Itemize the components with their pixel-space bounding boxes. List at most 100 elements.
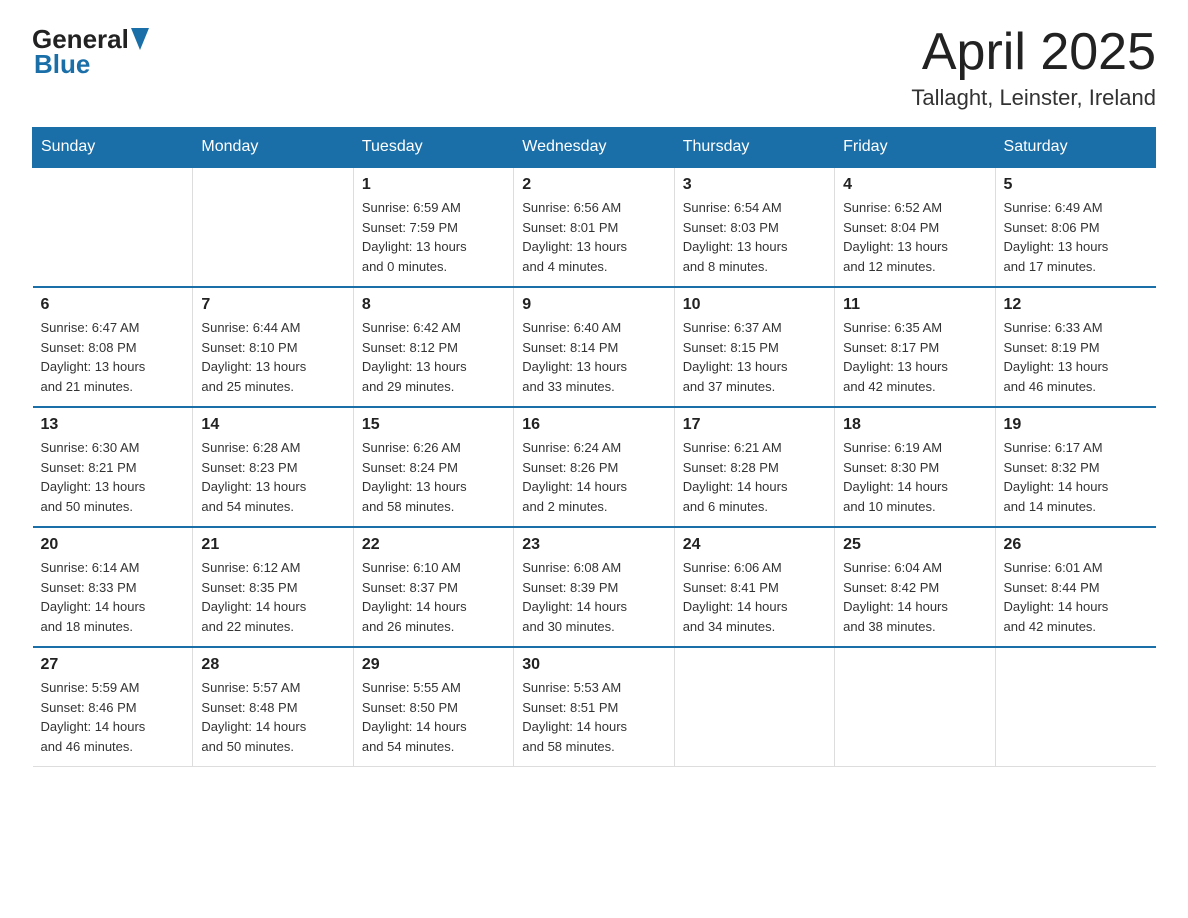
calendar-cell: 12 Sunrise: 6:33 AMSunset: 8:19 PMDayligh… (995, 287, 1155, 407)
day-info: Sunrise: 6:19 AMSunset: 8:30 PMDaylight:… (843, 438, 986, 516)
calendar-cell: 6 Sunrise: 6:47 AMSunset: 8:08 PMDaylight… (33, 287, 193, 407)
calendar-cell: 24Sunrise: 6:06 AMSunset: 8:41 PMDayligh… (674, 527, 834, 647)
title-area: April 2025 Tallaght, Leinster, Ireland (911, 24, 1156, 111)
day-number: 3 (683, 176, 826, 194)
week-row-4: 27Sunrise: 5:59 AMSunset: 8:46 PMDayligh… (33, 647, 1156, 767)
calendar-cell (835, 647, 995, 767)
calendar-cell: 28 Sunrise: 5:57 AMSunset: 8:48 PMDayligh… (193, 647, 353, 767)
calendar-cell: 13 Sunrise: 6:30 AMSunset: 8:21 PMDayligh… (33, 407, 193, 527)
calendar-cell: 22Sunrise: 6:10 AMSunset: 8:37 PMDayligh… (353, 527, 513, 647)
day-number: 10 (683, 296, 826, 314)
calendar-cell: 1 Sunrise: 6:59 AMSunset: 7:59 PMDaylight… (353, 167, 513, 287)
day-info: Sunrise: 6:35 AMSunset: 8:17 PMDaylight:… (843, 318, 986, 396)
calendar-cell: 2 Sunrise: 6:56 AMSunset: 8:01 PMDaylight… (514, 167, 674, 287)
calendar-cell: 29 Sunrise: 5:55 AMSunset: 8:50 PMDayligh… (353, 647, 513, 767)
calendar-table: SundayMondayTuesdayWednesdayThursdayFrid… (32, 127, 1156, 767)
day-number: 23 (522, 536, 665, 554)
day-info: Sunrise: 6:54 AMSunset: 8:03 PMDaylight:… (683, 198, 826, 276)
day-info: Sunrise: 6:40 AMSunset: 8:14 PMDaylight:… (522, 318, 665, 396)
day-number: 28 (201, 656, 344, 674)
day-number: 30 (522, 656, 665, 674)
day-number: 29 (362, 656, 505, 674)
calendar-cell: 17 Sunrise: 6:21 AMSunset: 8:28 PMDayligh… (674, 407, 834, 527)
calendar-cell: 14Sunrise: 6:28 AMSunset: 8:23 PMDayligh… (193, 407, 353, 527)
day-info: Sunrise: 6:37 AMSunset: 8:15 PMDaylight:… (683, 318, 826, 396)
day-number: 17 (683, 416, 826, 434)
weekday-header-saturday: Saturday (995, 128, 1155, 168)
calendar-cell: 18 Sunrise: 6:19 AMSunset: 8:30 PMDayligh… (835, 407, 995, 527)
day-number: 13 (41, 416, 185, 434)
day-info: Sunrise: 6:26 AMSunset: 8:24 PMDaylight:… (362, 438, 505, 516)
day-number: 1 (362, 176, 505, 194)
logo-area: General Blue (32, 24, 149, 80)
page-header: General Blue April 2025 Tallaght, Leinst… (32, 24, 1156, 111)
weekday-header-monday: Monday (193, 128, 353, 168)
day-number: 14 (201, 416, 344, 434)
calendar-cell: 21Sunrise: 6:12 AMSunset: 8:35 PMDayligh… (193, 527, 353, 647)
day-info: Sunrise: 6:12 AMSunset: 8:35 PMDaylight:… (201, 558, 344, 636)
day-info: Sunrise: 6:24 AMSunset: 8:26 PMDaylight:… (522, 438, 665, 516)
calendar-body: 1 Sunrise: 6:59 AMSunset: 7:59 PMDaylight… (33, 167, 1156, 767)
day-number: 18 (843, 416, 986, 434)
day-info: Sunrise: 6:08 AMSunset: 8:39 PMDaylight:… (522, 558, 665, 636)
week-row-1: 6 Sunrise: 6:47 AMSunset: 8:08 PMDaylight… (33, 287, 1156, 407)
calendar-cell: 8 Sunrise: 6:42 AMSunset: 8:12 PMDaylight… (353, 287, 513, 407)
day-number: 8 (362, 296, 505, 314)
day-number: 7 (201, 296, 344, 314)
day-info: Sunrise: 6:56 AMSunset: 8:01 PMDaylight:… (522, 198, 665, 276)
calendar-cell: 3 Sunrise: 6:54 AMSunset: 8:03 PMDaylight… (674, 167, 834, 287)
day-number: 2 (522, 176, 665, 194)
day-info: Sunrise: 6:21 AMSunset: 8:28 PMDaylight:… (683, 438, 826, 516)
calendar-cell: 9 Sunrise: 6:40 AMSunset: 8:14 PMDaylight… (514, 287, 674, 407)
day-info: Sunrise: 5:53 AMSunset: 8:51 PMDaylight:… (522, 678, 665, 756)
location-title: Tallaght, Leinster, Ireland (911, 85, 1156, 111)
calendar-cell: 15 Sunrise: 6:26 AMSunset: 8:24 PMDayligh… (353, 407, 513, 527)
day-number: 12 (1004, 296, 1148, 314)
weekday-header-row: SundayMondayTuesdayWednesdayThursdayFrid… (33, 128, 1156, 168)
day-number: 27 (41, 656, 185, 674)
calendar-cell: 16 Sunrise: 6:24 AMSunset: 8:26 PMDayligh… (514, 407, 674, 527)
calendar-header: SundayMondayTuesdayWednesdayThursdayFrid… (33, 128, 1156, 168)
day-info: Sunrise: 6:47 AMSunset: 8:08 PMDaylight:… (41, 318, 185, 396)
day-number: 25 (843, 536, 986, 554)
logo-arrow-icon (131, 28, 149, 52)
day-number: 4 (843, 176, 986, 194)
calendar-cell (33, 167, 193, 287)
day-number: 19 (1004, 416, 1148, 434)
day-info: Sunrise: 6:01 AMSunset: 8:44 PMDaylight:… (1004, 558, 1148, 636)
day-info: Sunrise: 6:06 AMSunset: 8:41 PMDaylight:… (683, 558, 826, 636)
day-info: Sunrise: 6:59 AMSunset: 7:59 PMDaylight:… (362, 198, 505, 276)
day-number: 15 (362, 416, 505, 434)
week-row-2: 13 Sunrise: 6:30 AMSunset: 8:21 PMDayligh… (33, 407, 1156, 527)
calendar-cell: 27Sunrise: 5:59 AMSunset: 8:46 PMDayligh… (33, 647, 193, 767)
calendar-cell: 20 Sunrise: 6:14 AMSunset: 8:33 PMDayligh… (33, 527, 193, 647)
day-number: 22 (362, 536, 505, 554)
weekday-header-tuesday: Tuesday (353, 128, 513, 168)
day-info: Sunrise: 5:57 AMSunset: 8:48 PMDaylight:… (201, 678, 344, 756)
day-info: Sunrise: 6:42 AMSunset: 8:12 PMDaylight:… (362, 318, 505, 396)
day-info: Sunrise: 6:30 AMSunset: 8:21 PMDaylight:… (41, 438, 185, 516)
day-info: Sunrise: 6:33 AMSunset: 8:19 PMDaylight:… (1004, 318, 1148, 396)
day-number: 9 (522, 296, 665, 314)
calendar-cell: 4 Sunrise: 6:52 AMSunset: 8:04 PMDaylight… (835, 167, 995, 287)
weekday-header-sunday: Sunday (33, 128, 193, 168)
calendar-cell: 26Sunrise: 6:01 AMSunset: 8:44 PMDayligh… (995, 527, 1155, 647)
day-number: 6 (41, 296, 185, 314)
day-number: 16 (522, 416, 665, 434)
day-number: 20 (41, 536, 185, 554)
day-info: Sunrise: 6:17 AMSunset: 8:32 PMDaylight:… (1004, 438, 1148, 516)
day-info: Sunrise: 6:14 AMSunset: 8:33 PMDaylight:… (41, 558, 185, 636)
day-number: 11 (843, 296, 986, 314)
day-info: Sunrise: 6:44 AMSunset: 8:10 PMDaylight:… (201, 318, 344, 396)
calendar-cell: 5Sunrise: 6:49 AMSunset: 8:06 PMDaylight… (995, 167, 1155, 287)
calendar-cell (995, 647, 1155, 767)
calendar-cell (193, 167, 353, 287)
calendar-cell: 25Sunrise: 6:04 AMSunset: 8:42 PMDayligh… (835, 527, 995, 647)
day-info: Sunrise: 5:55 AMSunset: 8:50 PMDaylight:… (362, 678, 505, 756)
calendar-cell: 19 Sunrise: 6:17 AMSunset: 8:32 PMDayligh… (995, 407, 1155, 527)
calendar-cell: 30 Sunrise: 5:53 AMSunset: 8:51 PMDayligh… (514, 647, 674, 767)
week-row-3: 20 Sunrise: 6:14 AMSunset: 8:33 PMDayligh… (33, 527, 1156, 647)
weekday-header-thursday: Thursday (674, 128, 834, 168)
day-number: 5 (1004, 176, 1148, 194)
day-info: Sunrise: 6:52 AMSunset: 8:04 PMDaylight:… (843, 198, 986, 276)
